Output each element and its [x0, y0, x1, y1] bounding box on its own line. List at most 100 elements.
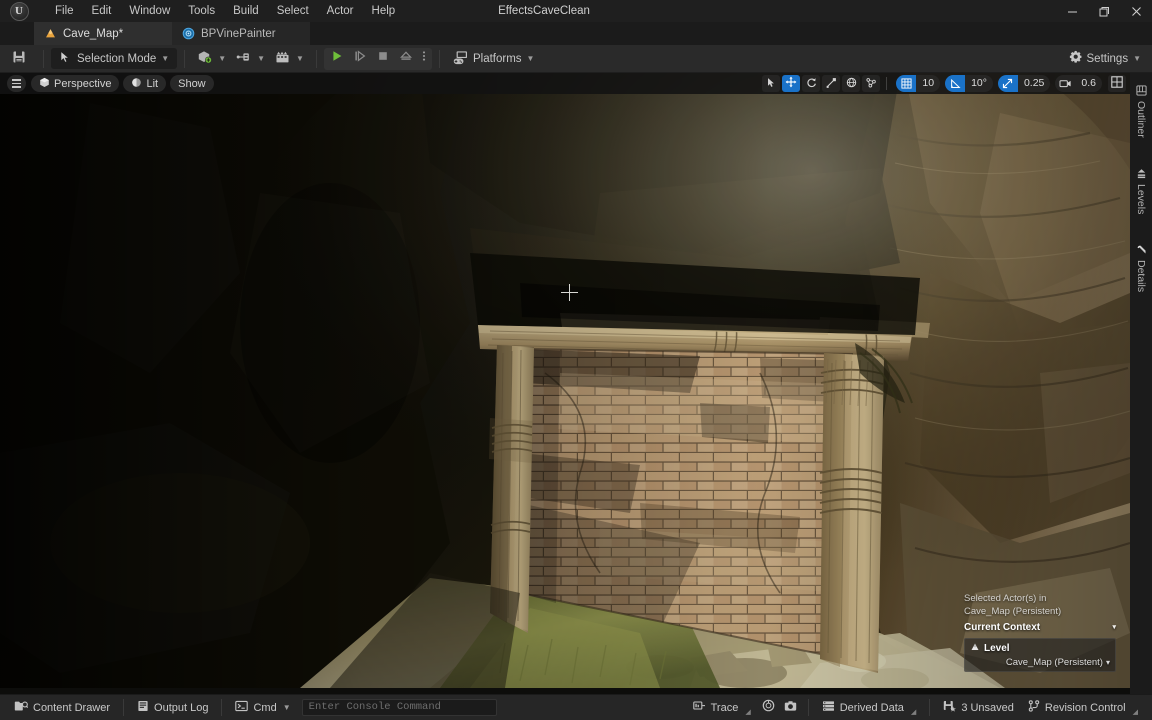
viewport-scene [0, 73, 1130, 688]
camera-speed-control[interactable]: 0.6 [1055, 75, 1102, 92]
play-button[interactable] [326, 49, 348, 69]
levels-icon [1135, 168, 1147, 179]
more-options-icon [422, 49, 426, 68]
revision-control-button[interactable]: Revision Control ◢ [1021, 698, 1145, 718]
expand-corner-icon[interactable]: ◢ [745, 708, 750, 718]
menu-build[interactable]: Build [224, 0, 268, 22]
log-icon [137, 700, 149, 715]
scale-snap-control[interactable]: 0.25 [997, 75, 1051, 92]
settings-button[interactable]: Settings ▼ [1064, 48, 1146, 69]
angle-snap-control[interactable]: 10° [945, 75, 993, 92]
stop-button[interactable] [372, 49, 394, 69]
cursor-select-icon [59, 50, 73, 67]
scale-snap-icon [997, 75, 1018, 92]
content-drawer-button[interactable]: Content Drawer [7, 698, 117, 718]
translate-tool-button[interactable] [782, 75, 801, 92]
cmd-label: Cmd [253, 701, 277, 714]
angle-snap-value[interactable]: 10° [965, 75, 993, 92]
minimize-icon[interactable] [1056, 0, 1088, 22]
world-coordinate-button[interactable] [842, 75, 861, 92]
chevron-down-icon: ▼ [218, 54, 227, 63]
chevron-down-icon[interactable]: ▾ [1112, 621, 1116, 635]
menu-help[interactable]: Help [363, 0, 405, 22]
context-level-box: Level Cave_Map (Persistent) ▾ [964, 638, 1116, 672]
chevron-down-icon: ▼ [257, 54, 266, 63]
menu-select[interactable]: Select [268, 0, 318, 22]
lit-sphere-icon [131, 77, 142, 91]
viewport-toolbar: Perspective Lit Show 10 10° 0.25 0.6 [0, 73, 1130, 94]
revision-control-icon [1028, 700, 1040, 715]
snapshot-button[interactable] [780, 698, 802, 718]
level-viewport[interactable]: Perspective Lit Show 10 10° 0.25 0.6 Sel… [0, 73, 1130, 694]
close-icon[interactable] [1120, 0, 1152, 22]
menu-file[interactable]: File [46, 0, 83, 22]
add-actor-button[interactable]: ▼ [192, 48, 231, 69]
chevron-down-icon[interactable]: ▼ [283, 703, 291, 712]
angle-icon [945, 75, 966, 92]
drawer-icon [14, 700, 29, 715]
expand-corner-icon[interactable]: ◢ [911, 708, 916, 718]
status-divider [123, 699, 125, 716]
derived-data-label: Derived Data [839, 701, 904, 714]
menu-bar: File Edit Window Tools Build Select Acto… [46, 0, 404, 22]
output-log-label: Output Log [154, 701, 209, 714]
tab-bp-vine-painter[interactable]: BPVinePainter [172, 22, 310, 45]
unsaved-button[interactable]: 3 Unsaved [936, 698, 1021, 718]
performance-button[interactable] [758, 698, 780, 718]
context-level-value-row[interactable]: Cave_Map (Persistent) ▾ [970, 657, 1110, 668]
menu-edit[interactable]: Edit [83, 0, 121, 22]
menu-tools[interactable]: Tools [179, 0, 224, 22]
expand-corner-icon[interactable]: ◢ [1133, 708, 1138, 718]
show-button[interactable]: Show [170, 75, 214, 92]
current-context-header[interactable]: Current Context ▾ [964, 621, 1116, 635]
viewport-gizmo-controls: 10 10° 0.25 0.6 [762, 75, 1126, 92]
menu-actor[interactable]: Actor [318, 0, 363, 22]
sidebar-item-levels[interactable]: Levels [1132, 160, 1150, 222]
show-label: Show [178, 77, 206, 90]
step-icon [353, 49, 367, 68]
title-bar: U File Edit Window Tools Build Select Ac… [0, 0, 1152, 22]
viewport-menu-icon[interactable] [7, 75, 26, 92]
rotate-tool-button[interactable] [802, 75, 821, 92]
eject-icon [399, 49, 413, 68]
surface-snap-button[interactable] [862, 75, 881, 92]
status-divider [221, 699, 223, 716]
more-options-button[interactable] [418, 49, 430, 69]
eject-button[interactable] [395, 49, 417, 69]
camera-speed-value[interactable]: 0.6 [1075, 75, 1102, 92]
scale-tool-button[interactable] [822, 75, 841, 92]
toolbar-divider [315, 49, 317, 68]
select-tool-button[interactable] [762, 75, 781, 92]
lit-button[interactable]: Lit [123, 75, 167, 92]
grid-snap-value[interactable]: 10 [916, 75, 940, 92]
save-button[interactable] [6, 48, 36, 69]
derived-data-button[interactable]: Derived Data ◢ [815, 698, 924, 718]
tab-cave-map[interactable]: Cave_Map* [34, 22, 172, 45]
platforms-label: Platforms [472, 52, 522, 65]
grid-snap-control[interactable]: 10 [896, 75, 941, 92]
selection-mode-button[interactable]: Selection Mode ▼ [51, 48, 178, 69]
status-divider [929, 699, 931, 716]
sidebar-item-details[interactable]: Details [1132, 236, 1150, 300]
viewport-layout-icon [1111, 75, 1123, 93]
blueprints-button[interactable]: ▼ [231, 48, 270, 69]
cube-icon [39, 77, 50, 91]
cinematics-button[interactable]: ▼ [270, 48, 309, 69]
output-log-button[interactable]: Output Log [130, 698, 215, 718]
menu-window[interactable]: Window [120, 0, 179, 22]
toolbar-divider [438, 49, 440, 68]
skip-button[interactable] [349, 49, 371, 69]
cmd-button[interactable]: Cmd ▼ [228, 698, 297, 718]
console-command-input[interactable]: Enter Console Command [301, 699, 497, 716]
viewport-layout-button[interactable] [1108, 75, 1126, 92]
level-icon [970, 642, 980, 655]
unreal-logo[interactable]: U [6, 0, 32, 22]
perspective-button[interactable]: Perspective [31, 75, 120, 92]
sidebar-item-outliner[interactable]: Outliner [1132, 77, 1150, 146]
restore-icon[interactable] [1088, 0, 1120, 22]
platforms-button[interactable]: Platforms ▼ [447, 48, 540, 69]
scale-snap-value[interactable]: 0.25 [1018, 75, 1050, 92]
chevron-down-icon[interactable]: ▾ [1106, 658, 1110, 667]
toolbar-divider [43, 49, 44, 68]
trace-button[interactable]: Trace ◢ [686, 698, 758, 718]
